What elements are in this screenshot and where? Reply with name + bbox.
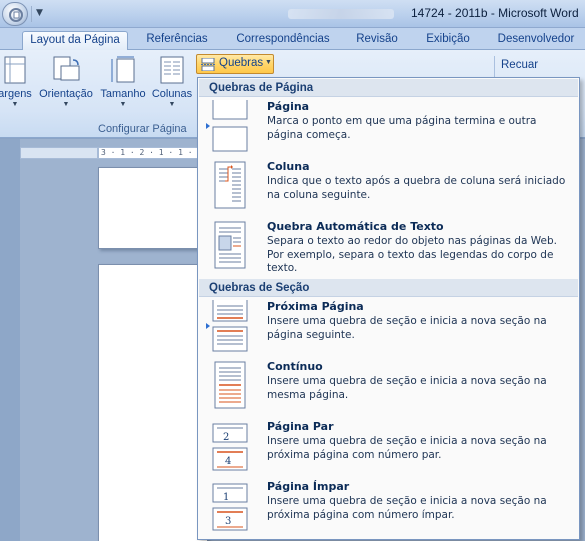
menu-item-title: Página bbox=[267, 100, 310, 113]
menu-item-description: Indica que o texto após a quebra de colu… bbox=[267, 175, 566, 201]
document-page[interactable] bbox=[98, 167, 208, 249]
tab-correspondencias[interactable]: Correspondências bbox=[226, 31, 340, 50]
next-page-break-icon bbox=[212, 300, 248, 352]
columns-icon bbox=[160, 56, 184, 84]
menu-section-header: Quebras de Página bbox=[199, 79, 578, 97]
quick-access-customize-icon[interactable]: ▼ bbox=[36, 8, 46, 20]
text-wrapping-break-icon bbox=[214, 221, 246, 269]
menu-item-quebra-automatica[interactable]: Quebra Automática de Texto Separa o text… bbox=[199, 218, 578, 278]
title-bar: ▼ 14724 - 2011b - Microsoft Word bbox=[0, 0, 585, 28]
column-break-icon bbox=[214, 161, 246, 209]
ruler-margin bbox=[20, 147, 98, 159]
menu-item-description: Insere uma quebra de seção e inicia a no… bbox=[267, 495, 547, 521]
menu-item-description: Insere uma quebra de seção e inicia a no… bbox=[267, 375, 547, 401]
icon-digit: 1 bbox=[223, 492, 229, 503]
document-page[interactable] bbox=[98, 264, 208, 541]
menu-item-title: Página Par bbox=[267, 420, 334, 433]
menu-item-pagina-par[interactable]: 2 4 Página Par Insere uma quebra de seçã… bbox=[199, 418, 578, 478]
icon-digit: 4 bbox=[225, 456, 231, 467]
menu-item-description: Insere uma quebra de seção e inicia a no… bbox=[267, 435, 547, 461]
chevron-down-icon: ▼ bbox=[265, 59, 272, 66]
chevron-down-icon: ▼ bbox=[11, 101, 19, 108]
menu-section-header: Quebras de Seção bbox=[199, 279, 578, 297]
tab-desenvolvedor[interactable]: Desenvolvedor bbox=[490, 31, 582, 50]
menu-item-description: Separa o texto ao redor do objeto nas pá… bbox=[267, 235, 557, 274]
chevron-down-icon: ▼ bbox=[62, 101, 70, 108]
chevron-down-icon: ▼ bbox=[119, 101, 127, 108]
quebras-label: Quebras bbox=[219, 57, 264, 69]
menu-item-proxima-pagina[interactable]: Próxima Página Insere uma quebra de seçã… bbox=[199, 298, 578, 358]
menu-item-title: Coluna bbox=[267, 160, 310, 173]
tab-exibicao[interactable]: Exibição bbox=[418, 31, 478, 50]
menu-item-pagina[interactable]: Página Marca o ponto em que uma página t… bbox=[199, 98, 578, 158]
tab-layout-da-pagina[interactable]: Layout da Página bbox=[22, 31, 128, 50]
menu-item-coluna[interactable]: Coluna Indica que o texto após a quebra … bbox=[199, 158, 578, 218]
colunas-button[interactable]: Colunas ▼ bbox=[150, 56, 194, 118]
quebras-button[interactable]: Quebras ▼ bbox=[196, 54, 274, 74]
even-page-break-icon: 2 4 bbox=[212, 423, 248, 471]
office-button[interactable] bbox=[2, 2, 28, 26]
orientacao-label: Orientação bbox=[39, 88, 93, 100]
icon-digit: 2 bbox=[223, 432, 229, 443]
recuar-label: Recuar bbox=[501, 59, 539, 71]
menu-item-description: Insere uma quebra de seção e inicia a no… bbox=[267, 315, 547, 341]
window-title: 14724 - 2011b - Microsoft Word bbox=[411, 6, 579, 20]
orientacao-button[interactable]: Orientação ▼ bbox=[36, 56, 96, 118]
tab-referencias[interactable]: Referências bbox=[138, 31, 216, 50]
breaks-icon bbox=[201, 58, 216, 71]
orientation-icon bbox=[53, 56, 80, 81]
tamanho-button[interactable]: Tamanho ▼ bbox=[97, 56, 149, 118]
menu-item-title: Contínuo bbox=[267, 360, 323, 373]
tab-revisao[interactable]: Revisão bbox=[350, 31, 404, 50]
odd-page-break-icon: 1 3 bbox=[212, 483, 248, 531]
configurar-pagina-group-label: Configurar Página bbox=[98, 123, 187, 135]
ribbon-tab-bar: Layout da Página Referências Correspondê… bbox=[0, 28, 585, 50]
margins-icon bbox=[4, 56, 26, 84]
icon-digit: 3 bbox=[225, 516, 231, 527]
margens-label: argens bbox=[0, 88, 32, 100]
quick-access-separator bbox=[31, 6, 32, 22]
page-break-icon bbox=[212, 100, 248, 152]
vertical-ruler-strip bbox=[0, 139, 20, 541]
page-size-icon bbox=[111, 56, 135, 83]
menu-item-title: Página Ímpar bbox=[267, 480, 350, 493]
menu-item-pagina-impar[interactable]: 1 3 Página Ímpar Insere uma quebra de se… bbox=[199, 478, 578, 538]
tamanho-label: Tamanho bbox=[100, 88, 146, 100]
continuous-break-icon bbox=[214, 361, 246, 409]
office-logo-icon bbox=[9, 8, 23, 22]
colunas-label: Colunas bbox=[151, 88, 193, 100]
menu-item-continuo[interactable]: Contínuo Insere uma quebra de seção e in… bbox=[199, 358, 578, 418]
menu-item-description: Marca o ponto em que uma página termina … bbox=[267, 115, 537, 141]
chevron-down-icon: ▼ bbox=[168, 101, 176, 108]
horizontal-ruler[interactable]: 3 · 1 · 2 · 1 · 1 · 1 bbox=[98, 147, 198, 159]
menu-item-title: Quebra Automática de Texto bbox=[267, 220, 444, 233]
blurred-document-name bbox=[288, 9, 394, 19]
menu-item-title: Próxima Página bbox=[267, 300, 364, 313]
breaks-dropdown-menu: Quebras de Página Página Marca o ponto e… bbox=[197, 77, 580, 540]
margens-button[interactable]: argens ▼ bbox=[0, 56, 34, 118]
